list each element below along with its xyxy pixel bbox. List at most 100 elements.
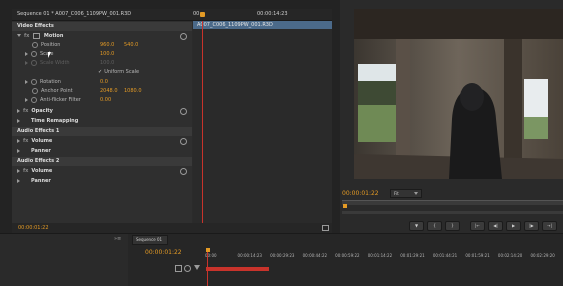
rotation-value[interactable]: 0.0 xyxy=(100,78,108,87)
anti-flicker-value[interactable]: 0.00 xyxy=(100,96,111,105)
go-to-out-button[interactable]: →| xyxy=(542,221,557,231)
marker-icon[interactable] xyxy=(194,265,200,270)
expand-triangle-icon[interactable] xyxy=(25,97,28,102)
expand-triangle-icon[interactable] xyxy=(17,148,20,153)
scale-row: Scale 100.0 xyxy=(12,50,192,59)
zoom-select[interactable]: Fit xyxy=(390,189,422,198)
position-row: Position 960.0 540.0 xyxy=(12,41,192,50)
program-scrub-bar[interactable] xyxy=(342,211,563,214)
time-remapping-row[interactable]: Time Remapping xyxy=(12,117,192,126)
step-back-button[interactable]: ◀| xyxy=(488,221,503,231)
timeline-panel: »≡ Sequence 01 00:00:01:22 00:00 00:00:14… xyxy=(0,233,563,286)
footer-timecode[interactable]: 00:00:01:22 xyxy=(18,225,49,231)
panel-expand-icon[interactable]: »≡ xyxy=(114,236,121,242)
timeline-timecode[interactable]: 00:00:01:22 xyxy=(145,249,182,256)
expand-triangle-icon[interactable] xyxy=(17,138,20,143)
mouse-cursor-icon xyxy=(48,52,51,58)
effect-controls-header: Sequence 01 * A007_C006_1109PW_001.R3D 0… xyxy=(12,9,332,21)
reset-volume-icon[interactable] xyxy=(180,138,187,145)
expand-triangle-icon[interactable] xyxy=(25,51,28,56)
mark-in-button[interactable]: { xyxy=(427,221,442,231)
work-area-bar[interactable] xyxy=(206,267,269,271)
step-forward-button[interactable]: |▶ xyxy=(524,221,539,231)
position-x-value[interactable]: 960.0 xyxy=(100,41,114,50)
program-monitor-panel: 00:00:01:22 Fit ▼ { } |← ◀| ▶ |▶ →| xyxy=(340,0,563,233)
stopwatch-icon[interactable] xyxy=(31,78,37,85)
ruler-tick-label: 00:00:29:23 xyxy=(270,253,295,258)
play-button[interactable]: ▶ xyxy=(506,221,521,231)
audio-effects-1-header: Audio Effects 1 xyxy=(12,127,192,136)
go-to-in-button[interactable]: |← xyxy=(470,221,485,231)
stopwatch-icon[interactable] xyxy=(32,87,38,94)
ruler-tick-label: 00:02:29:20 xyxy=(530,253,555,258)
ruler-tick-label: 00:00:59:22 xyxy=(335,253,360,258)
reset-motion-icon[interactable] xyxy=(180,33,187,40)
timeline-playhead-line[interactable] xyxy=(207,252,208,286)
fx-badge-icon[interactable]: fx xyxy=(23,138,28,144)
panel-menu-icon[interactable] xyxy=(322,225,329,231)
program-timecode[interactable]: 00:00:01:22 xyxy=(342,190,379,197)
playhead-line[interactable] xyxy=(202,21,203,223)
reset-opacity-icon[interactable] xyxy=(180,108,187,115)
program-video-image xyxy=(354,9,563,179)
playhead-marker-icon[interactable] xyxy=(200,12,205,17)
video-frame xyxy=(354,9,563,179)
panner-row-2[interactable]: Panner xyxy=(12,177,192,186)
expand-triangle-icon[interactable] xyxy=(17,178,20,183)
expand-triangle-icon[interactable] xyxy=(17,34,21,37)
expand-triangle-icon[interactable] xyxy=(17,168,20,173)
left-lower-panel: »≡ xyxy=(0,234,128,286)
motion-icon xyxy=(33,32,41,39)
link-icon[interactable] xyxy=(184,265,191,272)
stopwatch-icon[interactable] xyxy=(32,41,38,48)
timeline-tab[interactable]: Sequence 01 xyxy=(132,235,168,245)
stopwatch-icon[interactable] xyxy=(31,96,37,103)
video-effects-header: Video Effects xyxy=(12,22,192,31)
ruler-tick-label: 00:00:14:23 xyxy=(237,253,262,258)
ruler-tick-label: 00:01:44:21 xyxy=(432,253,458,258)
audio-effects-2-header: Audio Effects 2 xyxy=(12,157,192,166)
anchor-x-value[interactable]: 2048.0 xyxy=(100,87,118,96)
opacity-row[interactable]: fx Opacity xyxy=(12,107,192,116)
effect-controls-panel: Sequence 01 * A007_C006_1109PW_001.R3D 0… xyxy=(12,9,332,233)
sequence-clip-tab[interactable]: Sequence 01 * A007_C006_1109PW_001.R3D xyxy=(17,11,131,17)
chevron-down-icon xyxy=(414,192,418,195)
stopwatch-icon[interactable] xyxy=(31,50,37,57)
expand-triangle-icon[interactable] xyxy=(25,79,28,84)
clip-bar[interactable]: A007_C006_1109PW_001.R3D xyxy=(193,21,332,29)
reset-volume-icon[interactable] xyxy=(180,168,187,175)
panner-row-1[interactable]: Panner xyxy=(12,147,192,156)
volume-row-1[interactable]: fx Volume xyxy=(12,137,192,146)
program-playhead-icon[interactable] xyxy=(343,204,347,208)
ruler-tick-label: 00:01:59:21 xyxy=(465,253,490,258)
uniform-scale-row: ✓ Uniform Scale xyxy=(98,68,140,77)
program-ruler[interactable] xyxy=(342,200,563,205)
rotation-row: Rotation 0.0 xyxy=(12,78,192,87)
fx-badge-icon[interactable]: fx xyxy=(23,108,28,114)
effect-controls-footer: 00:00:01:22 xyxy=(12,223,332,233)
add-marker-button[interactable]: ▼ xyxy=(409,221,424,231)
ruler-tick-label: 00:00:44:22 xyxy=(302,253,328,258)
ruler-tick-label: 00:01:29:21 xyxy=(400,253,425,258)
scale-width-value: 100.0 xyxy=(100,60,115,66)
expand-triangle-icon[interactable] xyxy=(17,108,20,113)
expand-triangle-icon[interactable] xyxy=(17,118,20,123)
timeline-ruler[interactable]: 00:00 00:00:14:23 00:00:29:23 00:00:44:22 00… xyxy=(205,251,563,265)
clip-name-label: A007_C006_1109PW_001.R3D xyxy=(197,22,273,28)
ruler-tick-label: 00:01:14:22 xyxy=(367,253,393,258)
scale-value[interactable]: 100.0 xyxy=(100,50,114,59)
mark-out-button[interactable]: } xyxy=(445,221,460,231)
effect-timeline-area: A007_C006_1109PW_001.R3D xyxy=(193,21,332,223)
snap-icon[interactable] xyxy=(175,265,182,272)
fx-badge-icon[interactable]: fx xyxy=(24,33,29,39)
ruler-time-label: 00:00:14:23 xyxy=(257,11,288,17)
volume-row-2[interactable]: fx Volume xyxy=(12,167,192,176)
ruler-tick-label: 00:02:14:20 xyxy=(497,253,523,258)
uniform-scale-checkbox[interactable]: ✓ xyxy=(98,68,102,77)
position-y-value[interactable]: 540.0 xyxy=(124,41,138,50)
scale-width-row: Scale Width 100.0 xyxy=(12,59,192,68)
fx-badge-icon[interactable]: fx xyxy=(23,168,28,174)
expand-triangle-icon xyxy=(25,60,28,65)
motion-row[interactable]: fx Motion xyxy=(12,32,192,41)
anchor-y-value[interactable]: 1080.0 xyxy=(124,87,142,96)
